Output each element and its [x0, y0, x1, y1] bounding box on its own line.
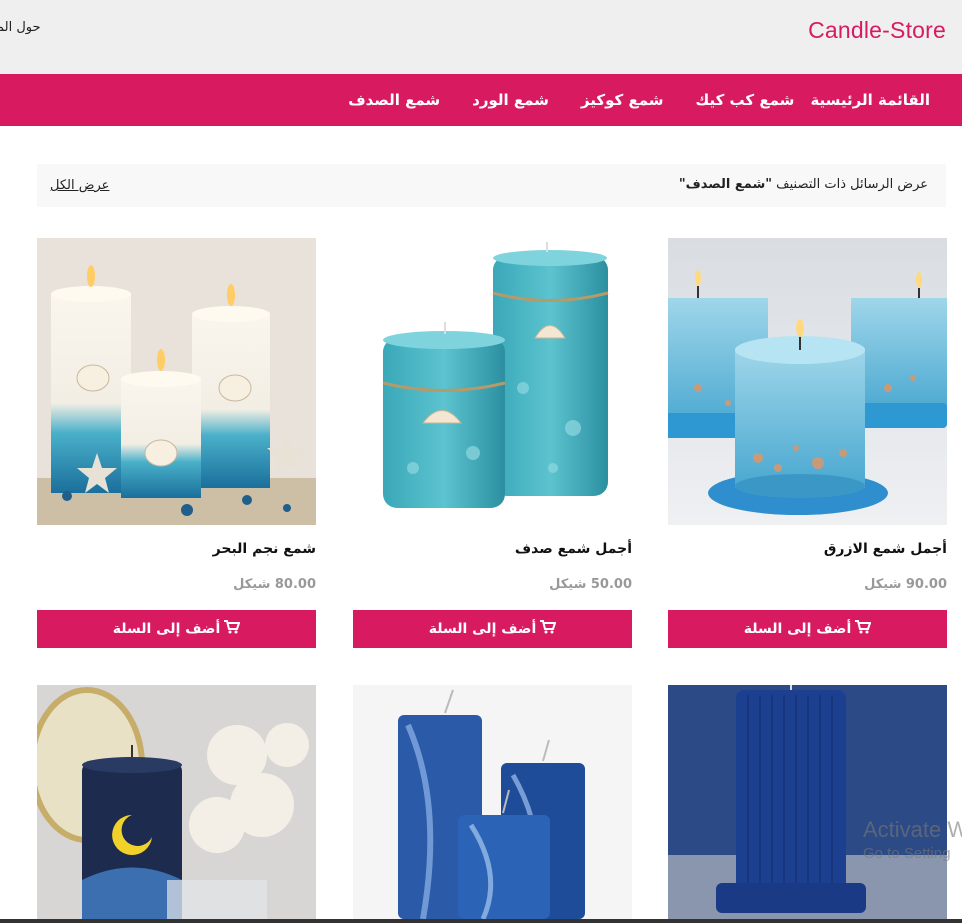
product-card [353, 685, 632, 919]
product-card [668, 685, 947, 919]
product-name[interactable]: أجمل شمع الازرق [824, 541, 947, 557]
product-card: أجمل شمع الازرق 90.00 شيكل أضف إلى السلة [668, 238, 947, 648]
watermark-line1: Activate W [863, 817, 962, 842]
category-filter-bar: عرض الرسائل ذات التصنيف "شمع الصدف" عرض … [37, 164, 946, 207]
product-card [37, 685, 316, 919]
nav-item-cookie-candles[interactable]: شمع كوكيز [581, 91, 664, 109]
add-to-cart-label: أضف إلى السلة [743, 621, 852, 637]
filter-description: عرض الرسائل ذات التصنيف "شمع الصدف" [679, 177, 928, 192]
filter-category: "شمع الصدف" [678, 177, 773, 192]
product-price: 50.00 شيكل [549, 577, 632, 592]
windows-activation-watermark: Activate W Go to Setting [863, 817, 962, 862]
product-card: شمع نجم البحر 80.00 شيكل أضف إلى السلة [37, 238, 316, 648]
product-name[interactable]: شمع نجم البحر [213, 541, 316, 557]
product-image[interactable] [668, 238, 947, 525]
nav-item-cupcake-candles[interactable]: شمع كب كيك [696, 91, 795, 109]
add-to-cart-button[interactable]: أضف إلى السلة [37, 610, 316, 648]
main-navbar: القائمة الرئيسية شمع كب كيك شمع كوكيز شم… [0, 74, 962, 126]
product-image[interactable] [37, 238, 316, 525]
watermark-line2: Go to Setting [863, 845, 951, 862]
filter-prefix: عرض الرسائل ذات التصنيف [772, 177, 928, 192]
top-header: Candle-Store حول الم [0, 0, 962, 74]
cart-icon [855, 620, 872, 638]
view-all-link[interactable]: عرض الكل [50, 178, 109, 193]
about-link[interactable]: حول الم [0, 20, 41, 35]
product-price: 90.00 شيكل [864, 577, 947, 592]
cart-icon [540, 620, 557, 638]
product-price: 80.00 شيكل [233, 577, 316, 592]
product-card: أجمل شمع صدف 50.00 شيكل أضف إلى السلة [353, 238, 632, 648]
product-name[interactable]: أجمل شمع صدف [515, 541, 632, 557]
add-to-cart-button[interactable]: أضف إلى السلة [668, 610, 947, 648]
nav-item-rose-candles[interactable]: شمع الورد [472, 91, 549, 109]
add-to-cart-label: أضف إلى السلة [112, 621, 221, 637]
add-to-cart-label: أضف إلى السلة [428, 621, 537, 637]
nav-item-home[interactable]: القائمة الرئيسية [810, 91, 930, 109]
product-image[interactable] [353, 685, 632, 919]
taskbar-edge [0, 919, 962, 923]
add-to-cart-button[interactable]: أضف إلى السلة [353, 610, 632, 648]
product-image[interactable] [668, 685, 947, 919]
nav-item-shell-candles[interactable]: شمع الصدف [348, 91, 440, 109]
product-image[interactable] [37, 685, 316, 919]
product-image[interactable] [353, 238, 632, 525]
cart-icon [224, 620, 241, 638]
site-logo[interactable]: Candle-Store [808, 17, 946, 44]
